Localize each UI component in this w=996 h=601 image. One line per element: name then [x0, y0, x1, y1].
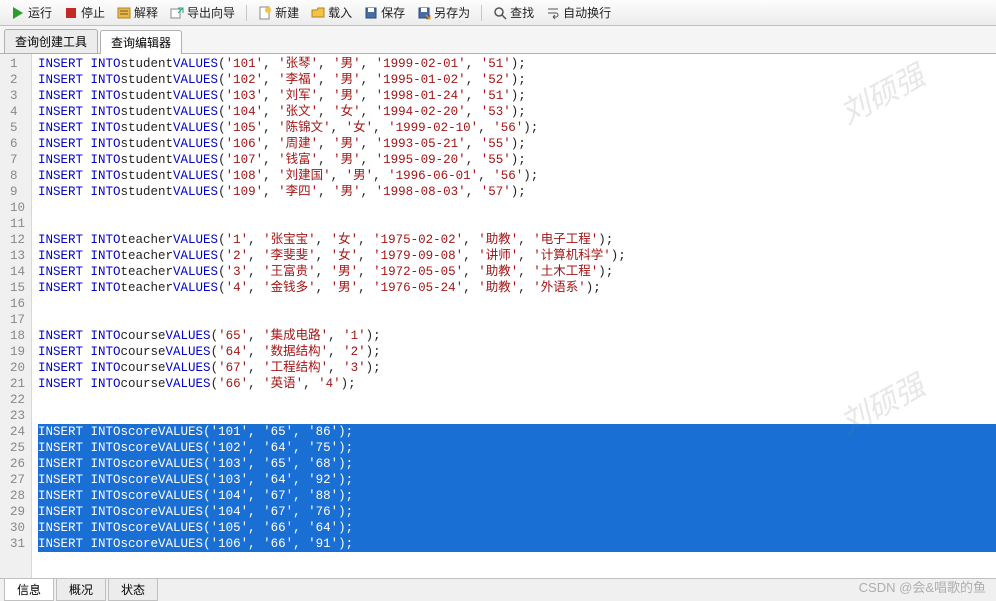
toolbar-separator [246, 5, 247, 21]
save-icon [364, 6, 378, 20]
toolbar: 运行 停止 解释 导出向导 新建 载入 保存 另存为 查找 自动换行 [0, 0, 996, 26]
code-line[interactable]: INSERT INTO score VALUES('104', '67', '7… [38, 504, 996, 520]
wrap-icon [546, 6, 560, 20]
code-line[interactable]: INSERT INTO student VALUES('101', '张琴', … [38, 56, 996, 72]
code-line[interactable]: INSERT INTO score VALUES('103', '65', '6… [38, 456, 996, 472]
code-line[interactable]: INSERT INTO score VALUES('104', '67', '8… [38, 488, 996, 504]
load-button[interactable]: 载入 [306, 2, 357, 23]
save-as-icon [417, 6, 431, 20]
new-button[interactable]: 新建 [253, 2, 304, 23]
code-line[interactable]: INSERT INTO student VALUES('105', '陈锦文',… [38, 120, 996, 136]
code-area[interactable]: INSERT INTO student VALUES('101', '张琴', … [32, 54, 996, 578]
explain-icon [117, 6, 131, 20]
code-line[interactable]: INSERT INTO student VALUES('104', '张文', … [38, 104, 996, 120]
wrap-label: 自动换行 [563, 4, 611, 21]
load-label: 载入 [328, 4, 352, 21]
code-line[interactable]: INSERT INTO student VALUES('102', '李福', … [38, 72, 996, 88]
code-line[interactable]: INSERT INTO teacher VALUES('4', '金钱多', '… [38, 280, 996, 296]
new-icon [258, 6, 272, 20]
code-line[interactable] [38, 216, 996, 232]
export-wizard-button[interactable]: 导出向导 [165, 2, 240, 23]
search-icon [493, 6, 507, 20]
explain-label: 解释 [134, 4, 158, 21]
code-line[interactable]: INSERT INTO course VALUES('66', '英语', '4… [38, 376, 996, 392]
find-button[interactable]: 查找 [488, 2, 539, 23]
stop-icon [64, 6, 78, 20]
tab-query-builder[interactable]: 查询创建工具 [4, 29, 98, 53]
code-line[interactable]: INSERT INTO teacher VALUES('1', '张宝宝', '… [38, 232, 996, 248]
export-icon [170, 6, 184, 20]
code-line[interactable] [38, 312, 996, 328]
toolbar-separator [481, 5, 482, 21]
code-line[interactable]: INSERT INTO teacher VALUES('2', '李斐斐', '… [38, 248, 996, 264]
stop-label: 停止 [81, 4, 105, 21]
code-line[interactable]: INSERT INTO score VALUES('101', '65', '8… [38, 424, 996, 440]
bottom-tab-overview[interactable]: 概况 [56, 579, 106, 601]
find-label: 查找 [510, 4, 534, 21]
play-icon [11, 6, 25, 20]
code-line[interactable]: INSERT INTO course VALUES('64', '数据结构', … [38, 344, 996, 360]
code-line[interactable]: INSERT INTO student VALUES('109', '李四', … [38, 184, 996, 200]
save-as-label: 另存为 [434, 4, 470, 21]
bottom-tab-info[interactable]: 信息 [4, 579, 54, 601]
folder-open-icon [311, 6, 325, 20]
save-label: 保存 [381, 4, 405, 21]
code-line[interactable] [38, 408, 996, 424]
code-line[interactable]: INSERT INTO course VALUES('65', '集成电路', … [38, 328, 996, 344]
bottom-tab-strip: 信息 概况 状态 [0, 578, 996, 600]
save-as-button[interactable]: 另存为 [412, 2, 475, 23]
code-line[interactable]: INSERT INTO student VALUES('103', '刘军', … [38, 88, 996, 104]
code-line[interactable]: INSERT INTO student VALUES('107', '钱富', … [38, 152, 996, 168]
code-line[interactable] [38, 200, 996, 216]
bottom-tab-status[interactable]: 状态 [108, 579, 158, 601]
code-line[interactable] [38, 392, 996, 408]
code-line[interactable]: INSERT INTO score VALUES('106', '66', '9… [38, 536, 996, 552]
stop-button[interactable]: 停止 [59, 2, 110, 23]
code-line[interactable]: INSERT INTO student VALUES('106', '周建', … [38, 136, 996, 152]
run-label: 运行 [28, 4, 52, 21]
tab-query-editor[interactable]: 查询编辑器 [100, 30, 182, 54]
code-editor[interactable]: 1234567891011121314151617181920212223242… [0, 54, 996, 578]
export-label: 导出向导 [187, 4, 235, 21]
code-line[interactable]: INSERT INTO teacher VALUES('3', '王富贵', '… [38, 264, 996, 280]
explain-button[interactable]: 解释 [112, 2, 163, 23]
code-line[interactable]: INSERT INTO score VALUES('102', '64', '7… [38, 440, 996, 456]
code-line[interactable]: INSERT INTO student VALUES('108', '刘建国',… [38, 168, 996, 184]
run-button[interactable]: 运行 [6, 2, 57, 23]
wrap-button[interactable]: 自动换行 [541, 2, 616, 23]
new-label: 新建 [275, 4, 299, 21]
tab-strip: 查询创建工具 查询编辑器 [0, 26, 996, 54]
save-button[interactable]: 保存 [359, 2, 410, 23]
csdn-watermark: CSDN @会&唱歌的鱼 [859, 577, 986, 596]
code-line[interactable] [38, 296, 996, 312]
code-line[interactable]: INSERT INTO score VALUES('103', '64', '9… [38, 472, 996, 488]
line-gutter: 1234567891011121314151617181920212223242… [0, 54, 32, 578]
code-line[interactable]: INSERT INTO score VALUES('105', '66', '6… [38, 520, 996, 536]
code-line[interactable]: INSERT INTO course VALUES('67', '工程结构', … [38, 360, 996, 376]
